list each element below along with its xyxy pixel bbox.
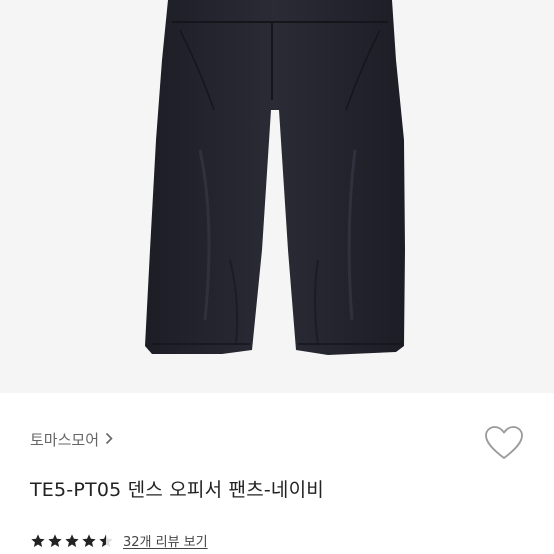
star-icon (48, 533, 62, 547)
product-title: TE5-PT05 덴스 오피서 팬츠-네이비 (30, 479, 324, 501)
review-count-link[interactable]: 32개 리뷰 보기 (123, 531, 208, 550)
rating-row: 32개 리뷰 보기 (30, 531, 208, 550)
rating-stars (30, 533, 115, 549)
brand-name: 토마스모어 (30, 431, 100, 449)
wishlist-button[interactable] (482, 423, 526, 467)
navy-pants-photo (145, 0, 405, 355)
brand-link[interactable]: 토마스모어 (30, 429, 113, 450)
heart-outline-icon (484, 425, 524, 465)
product-info: 토마스모어 TE5-PT05 덴스 오피서 팬츠-네이비 32개 리뷰 보기 (0, 393, 554, 554)
pants-shape (145, 0, 405, 355)
star-half-icon (99, 533, 113, 547)
product-image[interactable] (0, 0, 554, 393)
star-icon (82, 533, 96, 547)
star-icon (31, 533, 45, 547)
star-icon (65, 533, 79, 547)
chevron-right-icon (105, 431, 113, 449)
